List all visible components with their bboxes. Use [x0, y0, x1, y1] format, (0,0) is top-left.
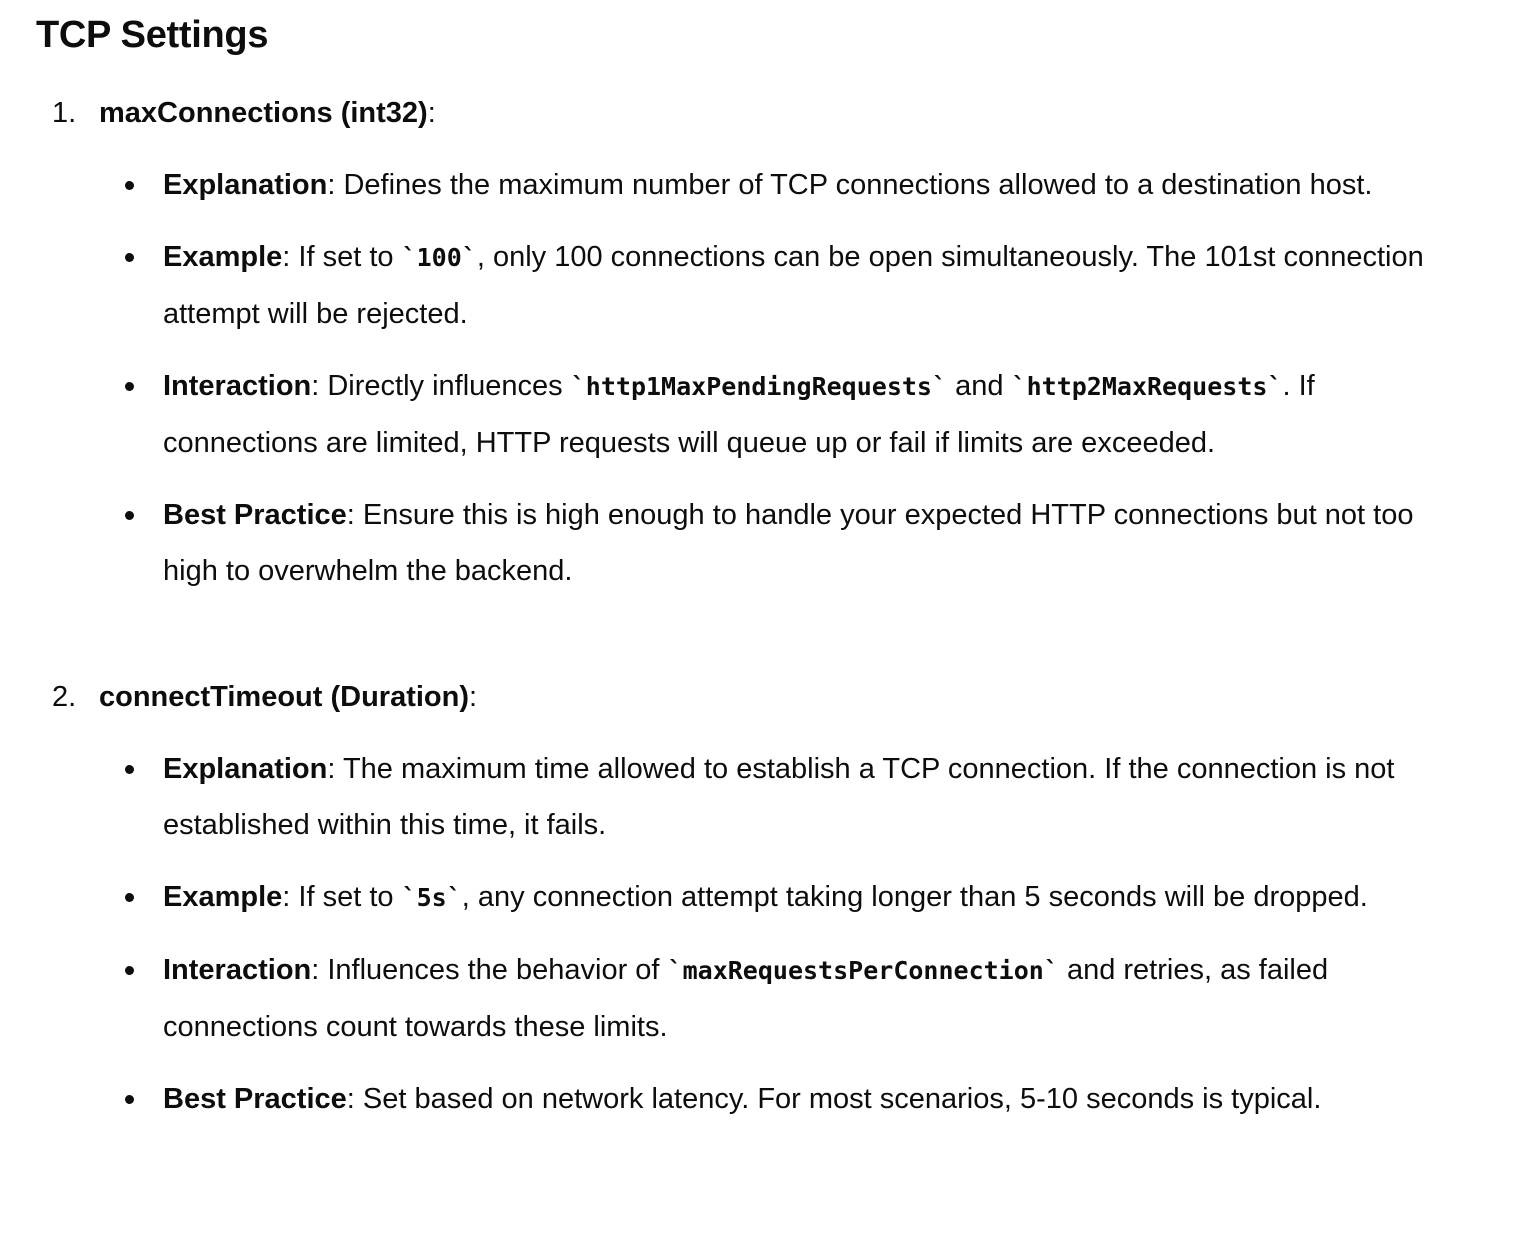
bullet-dot-icon — [125, 966, 134, 975]
inline-code: `http2MaxRequests` — [1011, 372, 1283, 401]
inline-code: `maxRequestsPerConnection` — [667, 956, 1059, 985]
bullet-dot-icon — [125, 1095, 134, 1104]
bullet-label: Best Practice — [163, 499, 347, 531]
bullet-label: Example — [163, 881, 283, 913]
bullet-text: : Defines the maximum number of TCP conn… — [327, 169, 1373, 201]
list-number: 2. — [52, 681, 77, 713]
bullet-dot-icon — [125, 765, 134, 774]
inline-code: `http1MaxPendingRequests` — [570, 372, 948, 401]
setting-bullets: Explanation: The maximum time allowed to… — [36, 741, 1476, 1143]
setting-suffix: : — [427, 97, 436, 129]
bullet-text: : If set to — [282, 241, 402, 273]
list-number: 1. — [52, 97, 77, 129]
bullet-label: Explanation — [163, 169, 328, 201]
bullet-text: : Ensure this is high enough to handle y… — [163, 499, 1414, 587]
bullet-label: Interaction — [163, 954, 312, 986]
section-title: TCP Settings — [36, 14, 269, 56]
bullet-label: Explanation — [163, 753, 328, 785]
bullet-text: , any connection attempt taking longer t… — [461, 881, 1368, 913]
inline-code: `100` — [401, 243, 477, 272]
bullet-text: : The maximum time allowed to establish … — [163, 753, 1395, 841]
bullet-best-practice: Best Practice: Set based on network late… — [36, 1071, 1463, 1127]
setting-name-line: maxConnections (int32): — [99, 85, 436, 141]
bullet-label: Best Practice — [163, 1083, 347, 1115]
bullet-dot-icon — [125, 181, 134, 190]
bullet-text: : If set to — [282, 881, 402, 913]
bullet-example: Example: If set to `5s`, any connection … — [36, 869, 1463, 926]
setting-suffix: : — [469, 681, 478, 713]
bullet-interaction: Interaction: Influences the behavior of … — [36, 942, 1463, 1055]
bullet-text: : Influences the behavior of — [311, 954, 668, 986]
bullet-explanation: Explanation: The maximum time allowed to… — [36, 741, 1463, 853]
bullet-label: Example — [163, 241, 283, 273]
bullet-dot-icon — [125, 511, 134, 520]
bullet-label: Interaction — [163, 370, 312, 402]
bullet-dot-icon — [125, 893, 134, 902]
setting-name: maxConnections (int32) — [99, 97, 428, 129]
bullet-dot-icon — [125, 253, 134, 262]
bullet-explanation: Explanation: Defines the maximum number … — [36, 157, 1463, 213]
bullet-text: and — [947, 370, 1012, 402]
setting-name-line: connectTimeout (Duration): — [99, 669, 477, 725]
bullet-text: : Set based on network latency. For most… — [346, 1083, 1322, 1115]
bullet-interaction: Interaction: Directly influences `http1M… — [36, 358, 1463, 471]
setting-bullets: Explanation: Defines the maximum number … — [36, 157, 1476, 615]
bullet-text: : Directly influences — [311, 370, 571, 402]
bullet-best-practice: Best Practice: Ensure this is high enoug… — [36, 487, 1463, 599]
bullet-example: Example: If set to `100`, only 100 conne… — [36, 229, 1463, 342]
setting-name: connectTimeout (Duration) — [99, 681, 470, 713]
inline-code: `5s` — [401, 883, 462, 912]
bullet-dot-icon — [125, 382, 134, 391]
